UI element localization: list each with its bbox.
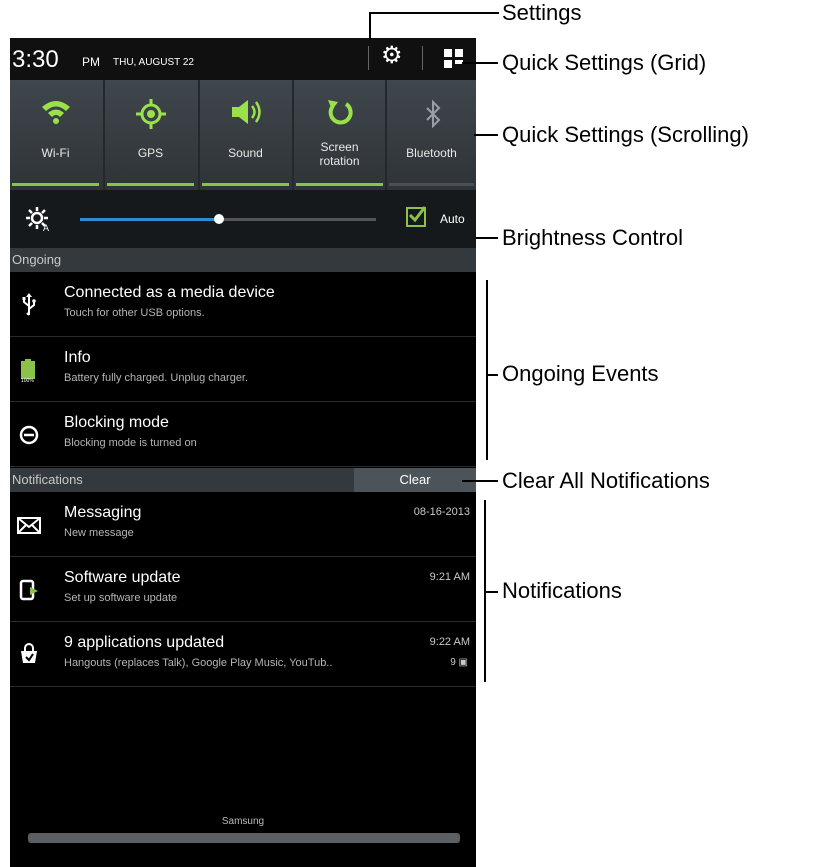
callout-notifications: Notifications [502,578,622,603]
clock-ampm: PM [82,55,100,69]
ongoing-header: Ongoing [10,248,476,272]
svg-text:A: A [43,223,49,232]
notification-count: 9 ▣ [450,657,468,668]
brightness-slider-thumb[interactable] [214,214,224,224]
qs-label: Wi-Fi [41,146,70,160]
clock: 3:30 [12,46,59,73]
ongoing-item[interactable]: 100% Info Battery fully charged. Unplug … [10,337,476,402]
blocking-mode-icon [16,422,42,448]
notification-title: Connected as a media device [64,284,275,301]
brightness-slider-fill [80,218,219,221]
small-store-icon: ▣ [458,657,468,668]
qs-tile-sound[interactable]: Sound [200,80,291,190]
notification-subtitle: New message [64,527,134,539]
envelope-icon [16,512,42,538]
notification-title: 9 applications updated [64,634,225,651]
svg-text:100%: 100% [21,378,34,383]
status-bar: 3:30 PM THU, AUGUST 22 ⚙ [10,38,476,80]
software-update-icon [16,577,42,603]
qs-label: GPS [137,146,164,160]
ongoing-item[interactable]: Blocking mode Blocking mode is turned on [10,402,476,467]
notification-title: Info [64,349,91,366]
qs-tile-bluetooth[interactable]: Bluetooth [387,80,476,190]
carrier-label: Samsung [221,816,265,827]
section-title: Notifications [12,472,83,487]
notification-time: 9:22 AM [429,636,470,648]
notification-item[interactable]: 9 applications updated Hangouts (replace… [10,622,476,687]
qs-inactive-indicator [389,183,474,186]
section-title: Ongoing [12,252,62,267]
brightness-control: A Auto [10,190,476,248]
notification-item[interactable]: Messaging New message 08-16-2013 [10,492,476,557]
notification-time: 08-16-2013 [413,506,470,518]
callout-line [486,374,498,376]
notification-subtitle: Battery fully charged. Unplug charger. [64,372,249,384]
qs-tile-wifi[interactable]: Wi-Fi [10,80,101,190]
auto-brightness-label: Auto [440,212,465,226]
qs-label-multiline: Screen rotation [294,140,385,168]
callout-line [369,12,499,14]
play-store-icon [16,642,42,668]
qs-active-indicator [12,183,99,186]
brightness-auto-icon: A [26,207,49,232]
quick-settings-grid-icon[interactable] [444,49,464,69]
checkmark-icon [408,206,427,223]
qs-tile-screen-rotation[interactable]: Screen rotation [294,80,385,190]
callout-quick-settings-scrolling: Quick Settings (Scrolling) [502,122,749,147]
callout-clear-all-notifications: Clear All Notifications [502,468,710,493]
battery-icon: 100% [16,357,42,384]
notification-subtitle: Blocking mode is turned on [64,437,197,449]
callout-settings: Settings [502,0,582,25]
callout-quick-settings-grid: Quick Settings (Grid) [502,50,707,75]
qs-label: Bluetooth [406,146,457,160]
callout-brightness-control: Brightness Control [502,225,683,250]
usb-icon [16,292,42,318]
qs-label: Sound [228,146,263,160]
sound-icon [232,100,261,124]
ongoing-item[interactable]: Connected as a media device Touch for ot… [10,272,476,337]
panel-drag-handle[interactable] [28,833,460,843]
callout-ongoing-events: Ongoing Events [502,361,659,386]
qs-label-line: Screen [320,140,359,154]
bluetooth-icon [426,99,441,129]
rotation-icon [328,100,353,125]
brightness-slider[interactable] [80,214,376,224]
notification-subtitle: Touch for other USB options. [64,307,205,319]
callout-line [476,237,498,239]
callout-line [484,591,498,593]
callout-line [474,134,498,136]
qs-active-indicator [296,183,383,186]
count-value: 9 [450,657,456,668]
notification-subtitle: Hangouts (replaces Talk), Google Play Mu… [64,657,333,669]
wifi-icon [42,101,70,124]
clear-notifications-button[interactable]: Clear [354,468,476,492]
auto-brightness-checkbox[interactable] [406,206,427,227]
gps-icon [136,99,166,129]
notification-title: Software update [64,569,181,586]
notification-item[interactable]: Software update Set up software update 9… [10,557,476,622]
callout-line [462,480,498,482]
divider [422,46,423,70]
callout-line [462,62,498,64]
callout-bracket [486,280,488,460]
qs-active-indicator [107,183,194,186]
date: THU, AUGUST 22 [113,57,194,68]
qs-tile-gps[interactable]: GPS [105,80,196,190]
callout-line [369,12,371,40]
notifications-header: Notifications Clear [10,468,476,492]
qs-active-indicator [202,183,289,186]
divider [368,46,369,70]
qs-label-line: rotation [319,154,360,168]
settings-gear-icon[interactable]: ⚙ [381,42,403,70]
notification-subtitle: Set up software update [64,592,178,604]
notification-title: Messaging [64,504,142,521]
notification-title: Blocking mode [64,414,169,431]
notification-time: 9:21 AM [429,571,470,583]
notification-panel: 3:30 PM THU, AUGUST 22 ⚙ Wi-Fi GPS Sound… [10,38,476,867]
quick-settings-bar: Wi-Fi GPS Sound Screen rotation Bluetoot… [10,80,476,190]
